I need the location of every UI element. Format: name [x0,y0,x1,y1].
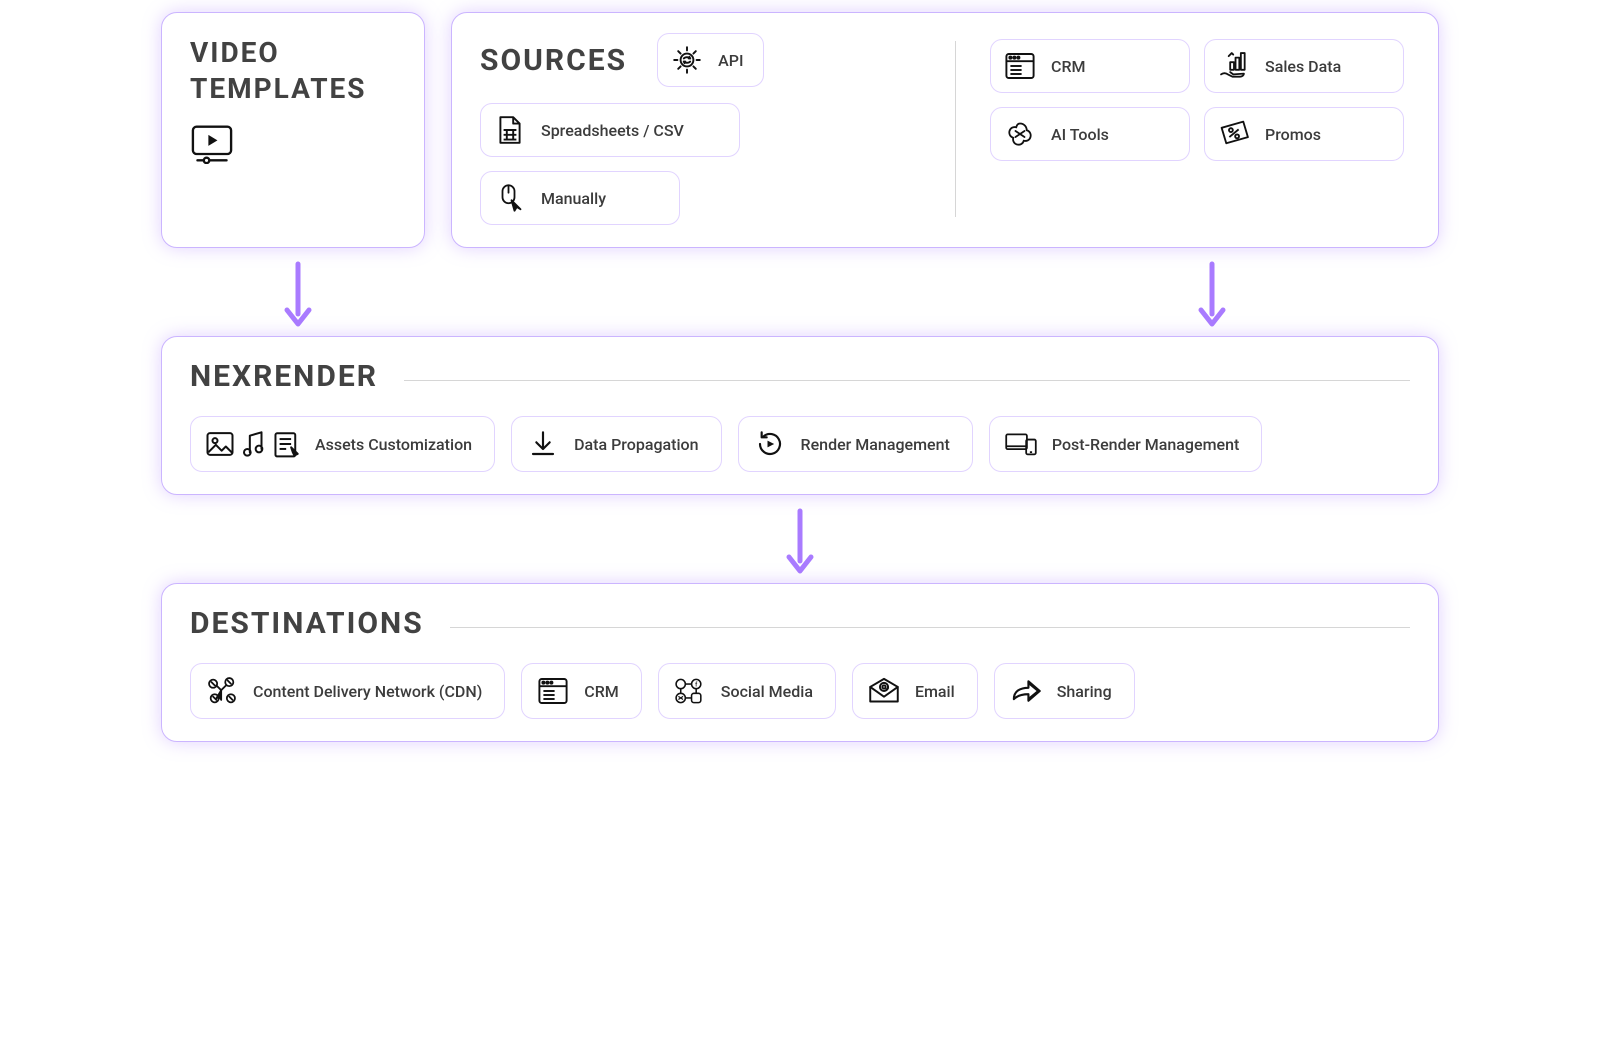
dest-cdn-label: Content Delivery Network (CDN) [253,682,482,701]
hr-line [450,627,1410,628]
dest-email: Email [852,663,978,719]
mouse-click-icon [493,181,527,215]
destinations-title: DESTINATIONS [190,606,424,641]
broadcast-icon [205,674,239,708]
diagram-canvas: VIDEO TEMPLATES SOURCES [111,0,1489,762]
source-crm-label: CRM [1051,57,1086,76]
dest-crm: CRM [521,663,642,719]
source-spreadsheets: Spreadsheets / CSV [480,103,740,157]
sources-title: SOURCES [480,43,627,78]
dest-cdn: Content Delivery Network (CDN) [190,663,505,719]
nexrender-render: Render Management [738,416,973,472]
ai-knot-icon [1003,117,1037,151]
download-icon [526,427,560,461]
dest-crm-label: CRM [584,682,619,701]
arrow-mid [111,495,1489,583]
image-music-note-icon [205,427,301,461]
nexrender-assets-label: Assets Customization [315,435,472,454]
window-list-icon [1003,49,1037,83]
hand-chart-icon [1217,49,1251,83]
render-clock-icon [753,427,787,461]
sources-card: SOURCES API [451,12,1439,248]
nexrender-render-label: Render Management [801,435,950,454]
arrow-down-icon [1195,260,1229,330]
hr-line [404,380,1410,381]
source-api-label: API [718,51,743,70]
source-promos-label: Promos [1265,125,1321,144]
dest-email-label: Email [915,682,955,701]
video-templates-card: VIDEO TEMPLATES [161,12,425,248]
source-promos: Promos [1204,107,1404,161]
nexrender-title: NEXRENDER [190,359,378,394]
source-manually-label: Manually [541,189,606,208]
nexrender-row: NEXRENDER [111,336,1489,495]
dest-social: f Social Media [658,663,836,719]
sources-divider [955,41,956,217]
spreadsheet-icon [493,113,527,147]
source-manually: Manually [480,171,680,225]
nexrender-post: Post-Render Management [989,416,1262,472]
video-play-icon [190,124,396,168]
nexrender-assets: Assets Customization [190,416,495,472]
source-crm: CRM [990,39,1190,93]
email-at-icon [867,674,901,708]
destinations-card: DESTINATIONS Content Delivery Network (C… [161,583,1439,742]
gear-swap-icon [670,43,704,77]
window-list-icon [536,674,570,708]
nexrender-card: NEXRENDER [161,336,1439,495]
nexrender-data: Data Propagation [511,416,721,472]
video-templates-title: VIDEO TEMPLATES [190,35,396,108]
share-arrow-icon [1009,674,1043,708]
social-icons-icon: f [673,674,707,708]
source-sales: Sales Data [1204,39,1404,93]
devices-icon [1004,427,1038,461]
source-ai-label: AI Tools [1051,125,1109,144]
dest-sharing: Sharing [994,663,1135,719]
destinations-row: DESTINATIONS Content Delivery Network (C… [111,583,1489,742]
dest-sharing-label: Sharing [1057,682,1112,701]
svg-text:f: f [695,680,698,688]
source-ai: AI Tools [990,107,1190,161]
dest-social-label: Social Media [721,682,813,701]
arrow-down-icon [281,260,315,330]
nexrender-post-label: Post-Render Management [1052,435,1239,454]
nexrender-data-label: Data Propagation [574,435,698,454]
source-sales-label: Sales Data [1265,57,1341,76]
coupon-icon [1217,117,1251,151]
source-api: API [657,33,764,87]
arrow-down-icon [783,507,817,577]
source-spreadsheets-label: Spreadsheets / CSV [541,121,684,140]
arrows-top [111,248,1489,336]
top-row: VIDEO TEMPLATES SOURCES [111,12,1489,248]
